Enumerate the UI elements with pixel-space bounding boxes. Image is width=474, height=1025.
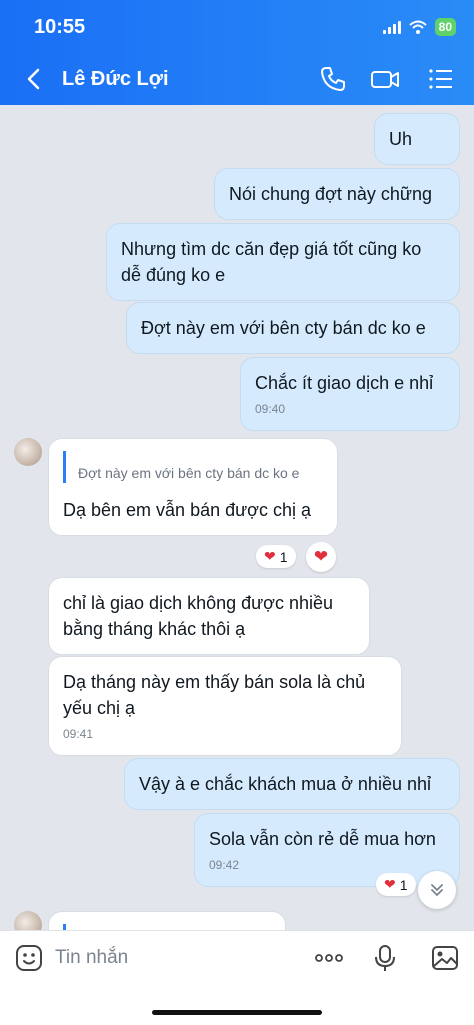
phone-icon[interactable] [318, 64, 348, 94]
message-list[interactable]: Uh Nói chung đợt này chững Nhưng tìm dc … [0, 105, 474, 930]
message-text: Vậy à e chắc khách mua ở nhiều nhỉ [139, 774, 431, 794]
message-text: Dạ tháng này em thấy bán sola là chủ yếu… [63, 672, 366, 718]
wifi-icon [408, 20, 427, 34]
back-icon[interactable] [22, 66, 48, 92]
message-time: 09:42 [209, 858, 240, 872]
avatar[interactable] [14, 438, 42, 466]
status-time: 10:55 [34, 16, 86, 38]
message-text: Nói chung đợt này chững [229, 184, 432, 204]
microphone-icon[interactable] [370, 943, 400, 973]
reaction-count: 1 [399, 876, 408, 893]
message-text: chỉ là giao dịch không được nhiều bằng t… [63, 593, 334, 639]
message-text: Dạ bên em vẫn bán được chị ạ [63, 500, 311, 520]
battery-icon: 80 [434, 18, 456, 36]
chat-header: 10:55 80 Lê Đức Lợi [0, 0, 474, 105]
quoted-message[interactable]: Đợt này em với bên cty bán dc ko e [63, 451, 323, 483]
scroll-down-button[interactable] [418, 871, 456, 909]
avatar[interactable] [14, 911, 42, 930]
message-text: Đợt này em với bên cty bán dc ko e [141, 318, 426, 338]
heart-icon: ❤ [264, 548, 276, 564]
message-text: Nhưng tìm dc căn đẹp giá tốt cũng ko dễ … [121, 239, 422, 285]
image-gallery-icon[interactable] [430, 943, 460, 973]
message-bubble-out[interactable]: Đợt này em với bên cty bán dc ko e [126, 302, 460, 354]
message-bubble-out[interactable]: Chắc ít giao dịch e nhỉ 09:40 [240, 357, 460, 431]
message-bubble-out[interactable]: Sola vẫn còn rẻ dễ mua hơn 09:42 [194, 813, 460, 887]
reaction-summary[interactable]: ❤ 1 [376, 873, 416, 896]
message-time: 09:40 [255, 402, 286, 416]
message-text: Chắc ít giao dịch e nhỉ [255, 373, 434, 393]
message-bubble-out[interactable]: Nhưng tìm dc căn đẹp giá tốt cũng ko dễ … [106, 223, 460, 301]
message-bubble-out[interactable]: Nói chung đợt này chững [214, 168, 460, 220]
contact-name[interactable]: Lê Đức Lợi [62, 68, 169, 91]
quoted-text: Đợt này em với bên cty bán dc ko e [78, 465, 300, 481]
message-bubble-in[interactable]: Dạ tháng này em thấy bán sola là chủ yếu… [48, 656, 402, 756]
reaction-summary[interactable]: ❤ 1 [256, 545, 296, 568]
message-bubble-in[interactable] [48, 911, 286, 930]
video-call-icon[interactable] [370, 64, 400, 94]
react-button[interactable]: ❤ [306, 542, 336, 572]
more-options-icon[interactable] [314, 943, 344, 973]
message-bubble-out[interactable]: Vậy à e chắc khách mua ở nhiều nhỉ [124, 758, 460, 810]
home-indicator [152, 1010, 322, 1015]
message-text: Sola vẫn còn rẻ dễ mua hơn [209, 829, 436, 849]
sticker-icon[interactable] [14, 943, 44, 973]
reaction-count: 1 [279, 548, 288, 565]
heart-icon: ❤ [384, 876, 396, 892]
menu-list-icon[interactable] [426, 64, 456, 94]
message-bubble-in[interactable]: Đợt này em với bên cty bán dc ko e Dạ bê… [48, 438, 338, 536]
signal-icon [382, 20, 401, 34]
message-text: Uh [389, 129, 413, 149]
message-time: 09:41 [63, 727, 94, 741]
message-input-bar: Tin nhắn [0, 930, 474, 1025]
message-bubble-out[interactable]: Uh [374, 113, 460, 165]
heart-icon: ❤ [313, 547, 329, 566]
double-chevron-down-icon [431, 884, 443, 896]
message-input[interactable]: Tin nhắn [55, 947, 128, 969]
status-icons: 80 [382, 18, 456, 36]
message-bubble-in[interactable]: chỉ là giao dịch không được nhiều bằng t… [48, 577, 370, 655]
